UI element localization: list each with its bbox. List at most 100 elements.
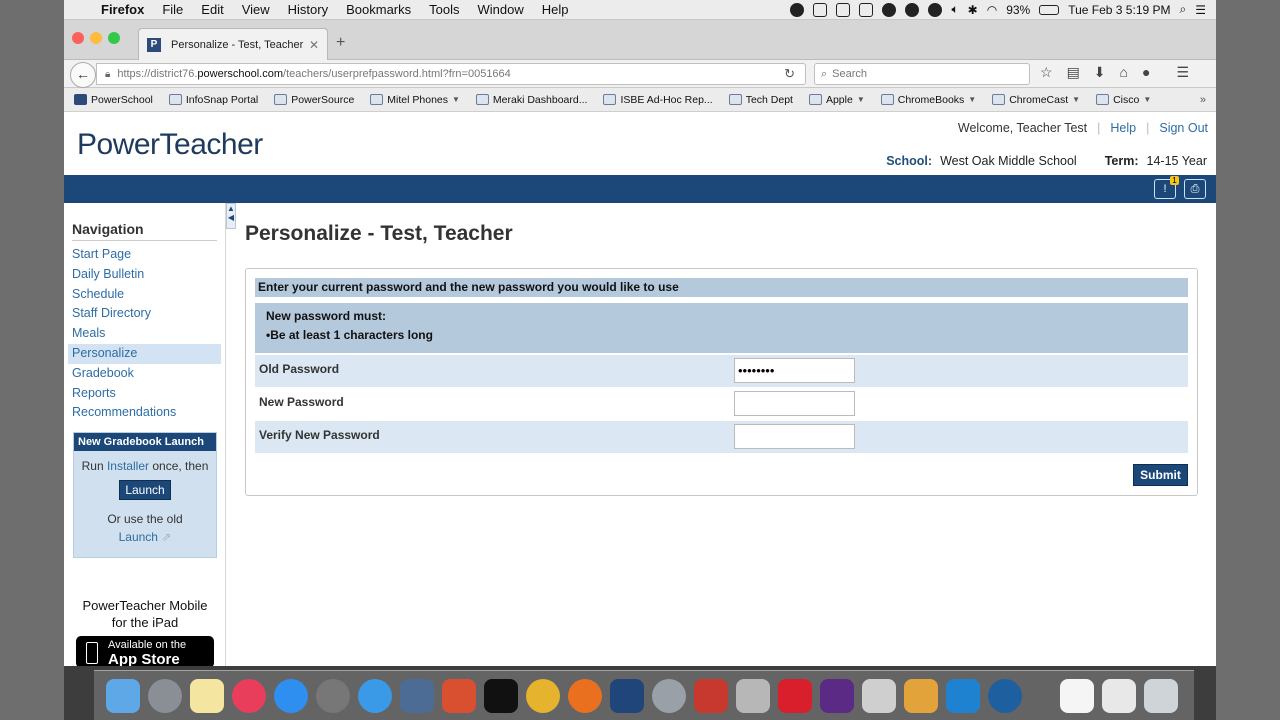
new-password-field[interactable] bbox=[734, 391, 855, 416]
installer-link[interactable]: Installer bbox=[107, 459, 149, 473]
back-button[interactable]: ← bbox=[70, 62, 96, 88]
chrome-icon[interactable] bbox=[526, 679, 560, 713]
menu-edit[interactable]: Edit bbox=[192, 2, 232, 17]
network-utility-icon[interactable] bbox=[610, 679, 644, 713]
sidebar-item-daily-bulletin[interactable]: Daily Bulletin bbox=[68, 265, 221, 285]
wifi-icon[interactable]: ◠ bbox=[987, 3, 997, 17]
launchpad-icon[interactable] bbox=[148, 679, 182, 713]
powerschool-favicon-icon: P bbox=[147, 37, 161, 52]
system-preferences-icon[interactable] bbox=[316, 679, 350, 713]
bookmark-folder-chromebooks[interactable]: ChromeBooks ▼ bbox=[880, 94, 976, 106]
photo-booth-icon[interactable] bbox=[442, 679, 476, 713]
teamviewer-icon[interactable] bbox=[946, 679, 980, 713]
bookmark-folder-mitel[interactable]: Mitel Phones ▼ bbox=[370, 94, 460, 106]
drive-icon[interactable] bbox=[928, 2, 943, 17]
sidebar-item-start-page[interactable]: Start Page bbox=[68, 245, 221, 265]
screen-recorder-icon[interactable] bbox=[820, 679, 854, 713]
close-window-button[interactable] bbox=[72, 32, 84, 44]
menu-window[interactable]: Window bbox=[469, 2, 533, 17]
bookmark-infosnap[interactable]: InfoSnap Portal bbox=[168, 94, 258, 106]
minimize-window-button[interactable] bbox=[90, 32, 102, 44]
volume-icon[interactable]: 🔈︎ bbox=[951, 2, 958, 17]
bluetooth-icon[interactable]: ✱ bbox=[968, 3, 978, 17]
bookmark-isbe[interactable]: ISBE Ad-Hoc Rep... bbox=[603, 94, 713, 106]
remote-desktop-icon[interactable] bbox=[400, 679, 434, 713]
bookmark-techdept[interactable]: Tech Dept bbox=[728, 94, 793, 106]
submit-button[interactable]: Submit bbox=[1133, 464, 1188, 486]
terminal-icon[interactable] bbox=[484, 679, 518, 713]
new-tab-button[interactable]: + bbox=[336, 34, 345, 52]
quicktime-icon[interactable] bbox=[988, 679, 1022, 713]
bookmark-star-icon[interactable]: ☆ bbox=[1040, 64, 1053, 81]
shield-icon[interactable] bbox=[836, 2, 851, 17]
old-password-field[interactable] bbox=[734, 358, 855, 383]
old-launch-link[interactable]: Launch ⇗ bbox=[74, 530, 216, 544]
itunes-icon[interactable] bbox=[232, 679, 266, 713]
close-box-icon[interactable] bbox=[859, 2, 874, 17]
presentation-icon[interactable] bbox=[694, 679, 728, 713]
hamburger-menu-icon[interactable]: ☰ bbox=[1176, 64, 1189, 81]
bookmark-folder-chromecast[interactable]: ChromeCast ▼ bbox=[992, 94, 1080, 106]
powerteacher-logo[interactable]: PowerTeacher bbox=[77, 128, 263, 162]
list-icon[interactable]: ☰ bbox=[1195, 3, 1206, 17]
sidebar-item-gradebook[interactable]: Gradebook bbox=[68, 364, 221, 384]
audio-icon[interactable] bbox=[862, 679, 896, 713]
browser-tab[interactable]: P Personalize - Test, Teacher ✕ bbox=[138, 28, 328, 60]
home-icon[interactable]: ⌂ bbox=[1120, 64, 1128, 81]
chat-bubble-icon[interactable]: ● bbox=[1142, 64, 1150, 81]
app-store-icon[interactable] bbox=[274, 679, 308, 713]
search-input[interactable]: ⌕ Search bbox=[814, 63, 1030, 85]
print-icon[interactable]: ⎙ bbox=[1184, 179, 1206, 199]
bookmark-powerschool[interactable]: PowerSchool bbox=[74, 94, 153, 106]
reading-list-icon[interactable]: ▤ bbox=[1067, 64, 1080, 81]
finder-icon[interactable] bbox=[106, 679, 140, 713]
alerts-button[interactable]: ! 1 bbox=[1154, 176, 1179, 199]
bookmark-folder-cisco[interactable]: Cisco ▼ bbox=[1096, 94, 1151, 106]
bookmark-powersource[interactable]: PowerSource bbox=[274, 94, 354, 106]
sync-icon[interactable] bbox=[813, 2, 828, 17]
firefox-icon[interactable] bbox=[568, 679, 602, 713]
pineapple-icon[interactable] bbox=[904, 679, 938, 713]
downloads-icon[interactable]: ⬇ bbox=[1094, 64, 1106, 81]
app-store-badge[interactable]: Available on the App Store bbox=[76, 636, 214, 666]
menu-app-name[interactable]: Firefox bbox=[92, 2, 153, 17]
menu-file[interactable]: File bbox=[153, 2, 192, 17]
bookmarks-overflow-icon[interactable]: » bbox=[1200, 94, 1206, 106]
menu-help[interactable]: Help bbox=[533, 2, 578, 17]
sidebar-collapse-toggle[interactable]: ▲ ◀ bbox=[226, 203, 236, 229]
launch-button[interactable]: Launch bbox=[119, 480, 171, 500]
downloads-stack-icon[interactable] bbox=[1102, 679, 1136, 713]
battery-icon[interactable] bbox=[1039, 4, 1060, 15]
menu-tools[interactable]: Tools bbox=[420, 2, 468, 17]
spotlight-icon[interactable]: ⌕ bbox=[1180, 2, 1187, 17]
address-bar[interactable]: 🔒︎ https://district76. powerschool.com/te… bbox=[96, 63, 806, 85]
verify-password-field[interactable] bbox=[734, 424, 855, 449]
chat-icon[interactable] bbox=[905, 2, 920, 17]
sidebar-item-meals[interactable]: Meals bbox=[68, 324, 221, 344]
sidebar-item-reports[interactable]: Reports bbox=[68, 384, 221, 404]
menu-view[interactable]: View bbox=[233, 2, 279, 17]
sidebar-item-schedule[interactable]: Schedule bbox=[68, 285, 221, 305]
help-link[interactable]: Help bbox=[1110, 121, 1136, 135]
menu-history[interactable]: History bbox=[279, 2, 337, 17]
notes-icon[interactable] bbox=[190, 679, 224, 713]
close-tab-icon[interactable]: ✕ bbox=[309, 38, 319, 52]
bookmark-meraki[interactable]: Meraki Dashboard... bbox=[475, 94, 587, 106]
clock[interactable]: Tue Feb 3 5:19 PM bbox=[1068, 3, 1170, 17]
document-icon[interactable] bbox=[1060, 679, 1094, 713]
preview-icon[interactable] bbox=[736, 679, 770, 713]
notification-icon[interactable] bbox=[882, 2, 897, 17]
first-aid-icon[interactable] bbox=[778, 679, 812, 713]
zoom-window-button[interactable] bbox=[108, 32, 120, 44]
record-icon[interactable] bbox=[790, 2, 805, 17]
sidebar-item-staff-directory[interactable]: Staff Directory bbox=[68, 304, 221, 324]
reload-icon[interactable]: ↻ bbox=[784, 66, 795, 82]
sidebar-item-recommendations[interactable]: Recommendations bbox=[68, 403, 221, 423]
disk-utility-icon[interactable] bbox=[652, 679, 686, 713]
sign-out-link[interactable]: Sign Out bbox=[1159, 121, 1208, 135]
safari-icon[interactable] bbox=[358, 679, 392, 713]
menu-bookmarks[interactable]: Bookmarks bbox=[337, 2, 420, 17]
bookmark-folder-apple[interactable]: Apple ▼ bbox=[808, 94, 865, 106]
trash-icon[interactable] bbox=[1144, 679, 1178, 713]
sidebar-item-personalize[interactable]: Personalize bbox=[68, 343, 221, 364]
